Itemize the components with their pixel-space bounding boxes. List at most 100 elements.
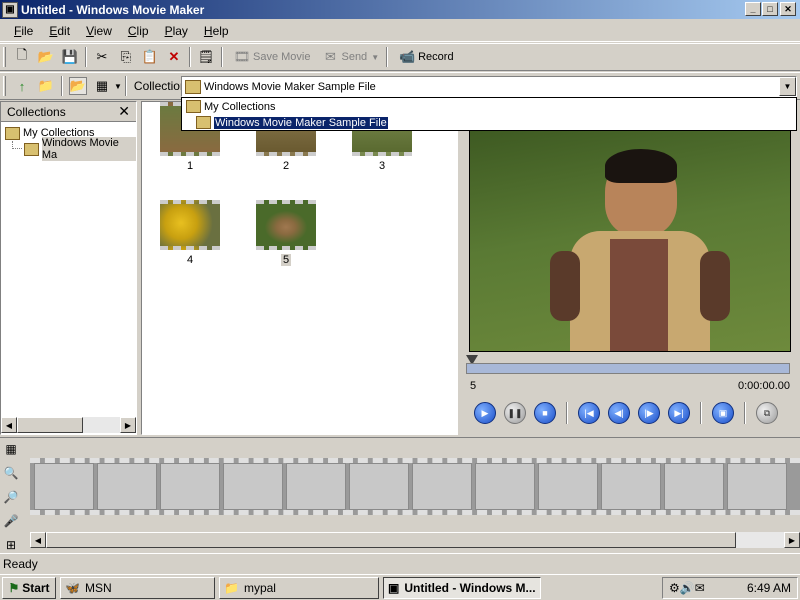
- start-button[interactable]: ⚑ Start: [2, 576, 56, 599]
- chevron-down-icon[interactable]: ▼: [779, 77, 796, 96]
- menu-help[interactable]: Help: [196, 24, 237, 38]
- child-hair: [605, 149, 677, 183]
- menu-file[interactable]: File: [6, 24, 41, 38]
- tree-item-sample-file[interactable]: Windows Movie Ma: [24, 137, 136, 161]
- storyboard-cell[interactable]: [537, 463, 598, 510]
- storyboard-cell[interactable]: [159, 463, 220, 510]
- storyboard-cell[interactable]: [96, 463, 157, 510]
- record-narration-icon[interactable]: 🎤: [2, 512, 20, 530]
- collection-combo[interactable]: Windows Movie Maker Sample File ▼: [181, 76, 797, 97]
- play-icon[interactable]: ▶: [474, 402, 496, 424]
- movie-maker-app-icon[interactable]: ▣: [2, 1, 18, 18]
- menu-bar: File Edit View Clip Play Help: [0, 20, 800, 42]
- taskbar-item-movie-maker[interactable]: ▣ Untitled - Windows M...: [383, 576, 541, 599]
- storyboard-cell[interactable]: [726, 463, 787, 510]
- maximize-button[interactable]: □: [762, 2, 778, 16]
- menu-play[interactable]: Play: [157, 24, 196, 38]
- collection-icon: [24, 142, 39, 156]
- storyboard-cell[interactable]: [348, 463, 409, 510]
- menu-edit[interactable]: Edit: [41, 24, 78, 38]
- send-button[interactable]: ✉ Send ▼: [318, 48, 379, 66]
- collection-label: Collection: [133, 79, 187, 93]
- back-icon[interactable]: ◀|: [608, 402, 630, 424]
- collections-pane: Collections ✕ My Collections Windows Mov…: [0, 101, 137, 435]
- window-title: Untitled - Windows Movie Maker: [21, 2, 205, 17]
- collection-combo-value: Windows Movie Maker Sample File: [204, 80, 376, 93]
- menu-view[interactable]: View: [78, 24, 120, 38]
- title-bar: ▣ Untitled - Windows Movie Maker _ □ ✕: [0, 0, 800, 19]
- tree-connector: [12, 141, 22, 149]
- paste-icon[interactable]: 📋: [141, 48, 159, 66]
- zoom-out-icon[interactable]: 🔎: [2, 488, 20, 506]
- scroll-left-button[interactable]: ◀: [1, 417, 17, 433]
- msn-icon: 🦋: [65, 580, 80, 595]
- storyboard-cell[interactable]: [600, 463, 661, 510]
- storyboard-cell[interactable]: [411, 463, 472, 510]
- collection-icon: [186, 100, 201, 113]
- views-icon[interactable]: ▦: [93, 77, 111, 95]
- status-bar: Ready: [0, 553, 800, 573]
- folder-icon: 📁: [224, 580, 239, 595]
- new-collection-icon[interactable]: 📁: [37, 77, 55, 95]
- cut-icon[interactable]: ✂: [93, 48, 111, 66]
- save-movie-icon: 🎞: [233, 49, 251, 64]
- zoom-in-icon[interactable]: 🔍: [2, 464, 20, 482]
- forward-icon[interactable]: |▶: [638, 402, 660, 424]
- scroll-left-button[interactable]: ◀: [30, 532, 46, 548]
- close-icon[interactable]: ✕: [118, 103, 130, 120]
- dropdown-item-my-collections[interactable]: My Collections: [186, 99, 276, 114]
- windows-flag-icon: ⚑: [8, 580, 20, 595]
- seek-bar[interactable]: [466, 363, 790, 374]
- tray-icons[interactable]: ⚙🔊✉: [669, 581, 705, 595]
- dropdown-item-sample-file[interactable]: Windows Movie Maker Sample File: [196, 115, 388, 130]
- pause-icon[interactable]: ❚❚: [504, 402, 526, 424]
- taskbar-item-mypal[interactable]: 📁 mypal: [219, 576, 379, 599]
- clock[interactable]: 6:49 AM: [747, 581, 791, 595]
- clip-thumbnail: [256, 200, 316, 250]
- storyboard-cell[interactable]: [285, 463, 346, 510]
- open-project-icon[interactable]: 📂: [37, 48, 55, 66]
- playback-controls: ▶ ❚❚ ■ |◀ ◀| |▶ ▶| ▣ ⧉: [462, 399, 798, 427]
- monitor-pane: 5 0:00:00.00 ▶ ❚❚ ■ |◀ ◀| |▶ ▶| ▣ ⧉: [462, 101, 798, 435]
- collection-icon: [196, 116, 211, 129]
- chevron-down-icon[interactable]: ▼: [114, 82, 122, 91]
- save-movie-button[interactable]: 🎞 Save Movie: [230, 48, 311, 66]
- storyboard-cell[interactable]: [663, 463, 724, 510]
- next-frame-icon[interactable]: ▶|: [668, 402, 690, 424]
- toolbar-grip[interactable]: [3, 76, 6, 96]
- clip-item[interactable]: 5: [256, 200, 316, 266]
- scroll-right-button[interactable]: ▶: [784, 532, 800, 548]
- record-button[interactable]: 📹 Record: [395, 48, 454, 66]
- previous-frame-icon[interactable]: |◀: [578, 402, 600, 424]
- storyboard-cell[interactable]: [474, 463, 535, 510]
- copy-icon[interactable]: ⎘: [117, 48, 135, 66]
- toolbar-grip[interactable]: [3, 47, 6, 67]
- scroll-thumb[interactable]: [17, 417, 83, 433]
- clip-item[interactable]: 4: [160, 200, 220, 266]
- set-audio-levels-icon[interactable]: ⊞: [2, 536, 20, 554]
- taskbar-item-msn[interactable]: 🦋 MSN: [60, 576, 215, 599]
- clip-thumbnail: [160, 200, 220, 250]
- scroll-thumb[interactable]: [46, 532, 736, 548]
- taskbar: ⚑ Start 🦋 MSN 📁 mypal ▣ Untitled - Windo…: [0, 574, 800, 600]
- menu-clip[interactable]: Clip: [120, 24, 157, 38]
- minimize-button[interactable]: _: [745, 2, 761, 16]
- storyboard-horizontal-scrollbar[interactable]: ◀ ▶: [30, 532, 800, 548]
- up-one-level-icon[interactable]: ↑: [13, 77, 31, 95]
- storyboard-cell[interactable]: [222, 463, 283, 510]
- close-button[interactable]: ✕: [780, 2, 796, 16]
- timeline-toggle-icon[interactable]: ▦: [2, 440, 20, 458]
- new-project-icon[interactable]: 🗋: [13, 47, 31, 66]
- storyboard-cell[interactable]: [33, 463, 94, 510]
- properties-icon[interactable]: 🗒: [197, 48, 215, 66]
- delete-icon[interactable]: ✕: [165, 48, 183, 66]
- full-screen-icon[interactable]: ▣: [712, 402, 734, 424]
- preview-video[interactable]: [469, 130, 791, 352]
- standard-toolbar: 🗋 📂 💾 ✂ ⎘ 📋 ✕ 🗒 🎞 Save Movie ✉ Send ▼ 📹 …: [0, 43, 800, 71]
- collections-toggle-icon[interactable]: 📂: [69, 77, 87, 95]
- save-project-icon[interactable]: 💾: [61, 48, 79, 66]
- stop-icon[interactable]: ■: [534, 402, 556, 424]
- scroll-right-button[interactable]: ▶: [120, 417, 136, 433]
- split-clip-icon[interactable]: ⧉: [756, 402, 778, 424]
- collections-horizontal-scrollbar[interactable]: ◀ ▶: [1, 417, 136, 433]
